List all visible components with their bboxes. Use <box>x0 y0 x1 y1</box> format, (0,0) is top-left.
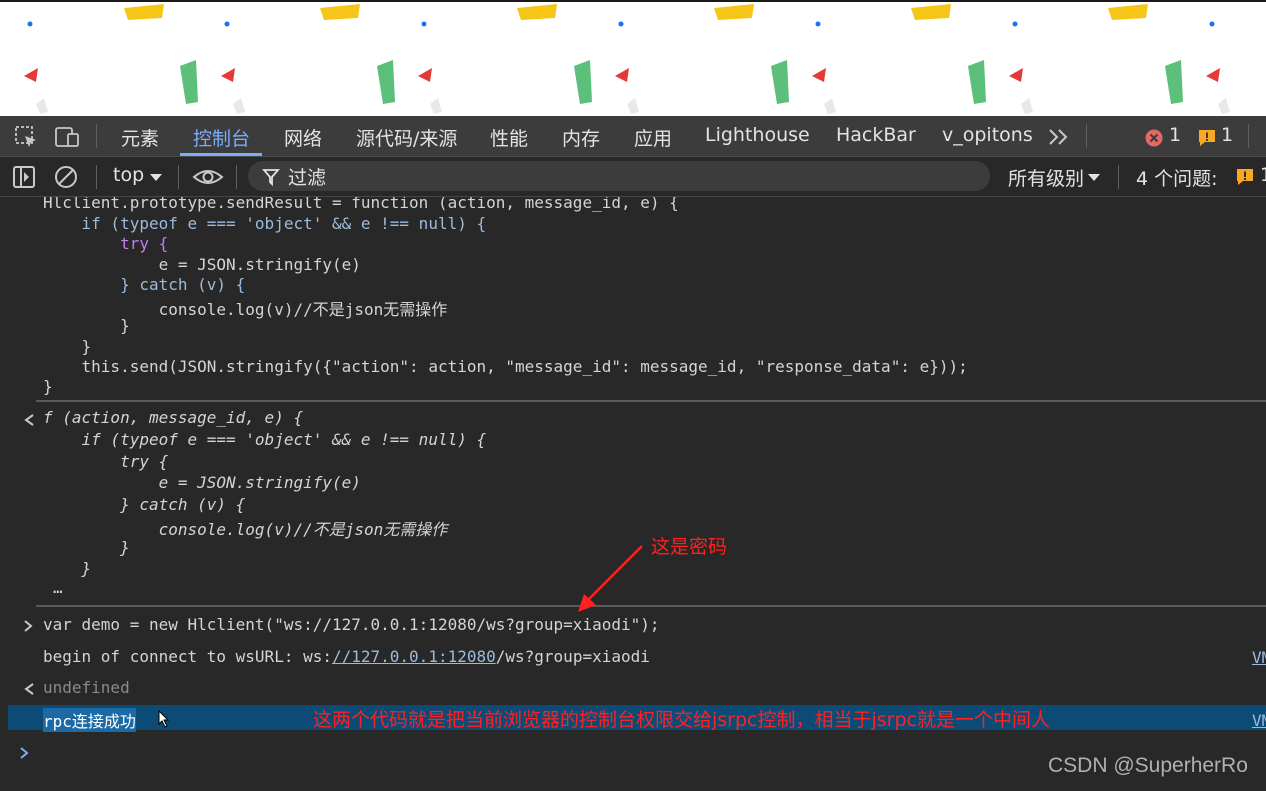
return-line[interactable]: f (action, message_id, e) { <box>43 408 303 427</box>
return-line: console.log(v)//不是json无需操作 <box>43 520 448 539</box>
banner-top-edge <box>0 0 1266 2</box>
banner-pattern <box>24 4 1230 114</box>
watermark: CSDN @SuperherRo <box>1048 754 1248 777</box>
tab-hackbar[interactable]: HackBar <box>836 124 916 146</box>
code-text: Hlclient.prototype.sendResult = function… <box>43 197 679 212</box>
return-line: try { <box>43 452 169 471</box>
console-prompt-icon[interactable] <box>18 746 30 760</box>
code-line: this.send(JSON.stringify({"action": acti… <box>43 357 968 376</box>
code-line: e = JSON.stringify(e) <box>43 255 361 274</box>
success-source-link[interactable]: VM <box>1252 711 1266 730</box>
tab-separator <box>96 124 97 148</box>
password-annotation: 这是密码 <box>651 536 728 558</box>
code-line: } <box>43 377 53 396</box>
tab-v-opitons[interactable]: v_opitons <box>942 124 1033 146</box>
console-output: Hlclient.prototype.sendResult = function… <box>0 197 1266 791</box>
warning-icon[interactable] <box>1197 128 1217 148</box>
log-message: begin of connect to wsURL: ws://127.0.0.… <box>43 647 650 666</box>
code-line: } <box>43 337 92 356</box>
devtools-tab-bar: 元素 控制台 网络 源代码/来源 性能 内存 应用 Lighthouse Hac… <box>0 116 1266 157</box>
input-prompt-icon <box>24 620 33 632</box>
code-line: if (typeof e === 'object' && e !== null)… <box>43 214 487 233</box>
more-tabs-icon[interactable] <box>1048 127 1070 147</box>
return-line: e = JSON.stringify(e) <box>43 473 361 492</box>
tab-separator <box>1248 124 1249 148</box>
tab-separator <box>1086 124 1087 148</box>
error-icon[interactable] <box>1144 128 1164 148</box>
eye-icon[interactable] <box>192 166 224 188</box>
tab-console[interactable]: 控制台 <box>193 124 250 151</box>
page-banner <box>0 0 1266 116</box>
tab-application[interactable]: 应用 <box>634 124 672 151</box>
toolbar-separator <box>96 165 97 189</box>
code-line: Hlclient.prototype.sendResult = function… <box>43 197 679 212</box>
issues-label[interactable]: 4 个问题: <box>1136 164 1218 191</box>
chevron-down-icon[interactable] <box>149 173 163 183</box>
entry-divider <box>36 400 1266 402</box>
return-arrow-icon <box>24 414 34 426</box>
log-url-link[interactable]: //127.0.0.1:12080 <box>332 647 496 666</box>
code-line: try { <box>43 234 169 253</box>
chevron-down-icon[interactable] <box>1087 173 1101 183</box>
console-toolbar: top 过滤 所有级别 4 个问题: 1 <box>0 157 1266 197</box>
input-code-line[interactable]: var demo = new Hlclient("ws://127.0.0.1:… <box>43 615 660 634</box>
filter-input[interactable]: 过滤 <box>248 161 990 191</box>
context-selector[interactable]: top <box>113 164 144 186</box>
active-tab-indicator <box>180 153 262 156</box>
tab-performance[interactable]: 性能 <box>490 124 528 151</box>
tab-sources[interactable]: 源代码/来源 <box>356 124 457 151</box>
entry-divider <box>36 605 1266 607</box>
log-prefix: begin of connect to wsURL: ws: <box>43 647 332 666</box>
log-levels-dropdown[interactable]: 所有级别 <box>1008 164 1084 191</box>
sidebar-toggle-icon[interactable] <box>12 165 38 189</box>
undefined-result: undefined <box>43 678 130 697</box>
tab-memory[interactable]: 内存 <box>562 124 600 151</box>
explanation-annotation: 这两个代码就是把当前浏览器的控制台权限交给jsrpc控制，相当于jsrpc就是一… <box>313 709 1050 731</box>
mouse-cursor-icon <box>158 710 170 728</box>
log-source-link[interactable]: VM <box>1252 648 1266 667</box>
warning-count[interactable]: 1 <box>1221 124 1233 146</box>
toolbar-separator <box>236 165 237 189</box>
tab-lighthouse[interactable]: Lighthouse <box>705 124 810 146</box>
clear-console-icon[interactable] <box>54 165 80 191</box>
return-line: } catch (v) { <box>43 495 246 514</box>
tab-network[interactable]: 网络 <box>284 124 322 151</box>
return-line: } <box>43 559 92 578</box>
toolbar-separator <box>1118 165 1119 189</box>
return-line: if (typeof e === 'object' && e !== null)… <box>43 430 487 449</box>
log-suffix: /ws?group=xiaodi <box>495 647 650 666</box>
return-line: } <box>43 538 130 557</box>
return-arrow-icon <box>24 683 34 695</box>
filter-placeholder: 过滤 <box>288 167 327 189</box>
code-line: } <box>43 316 130 335</box>
toolbar-separator <box>178 165 179 189</box>
error-count[interactable]: 1 <box>1169 124 1181 146</box>
device-toolbar-icon[interactable] <box>54 125 82 149</box>
filter-icon <box>262 169 280 186</box>
code-line: } catch (v) { <box>43 275 246 294</box>
inspect-element-icon[interactable] <box>14 125 38 149</box>
expand-ellipsis[interactable]: … <box>53 578 63 597</box>
issues-warning-icon[interactable] <box>1235 167 1255 187</box>
issues-count[interactable]: 1 <box>1260 164 1266 186</box>
success-message[interactable]: rpc连接成功 <box>43 708 136 732</box>
tab-elements[interactable]: 元素 <box>121 124 159 151</box>
annotation-arrow <box>578 545 643 612</box>
